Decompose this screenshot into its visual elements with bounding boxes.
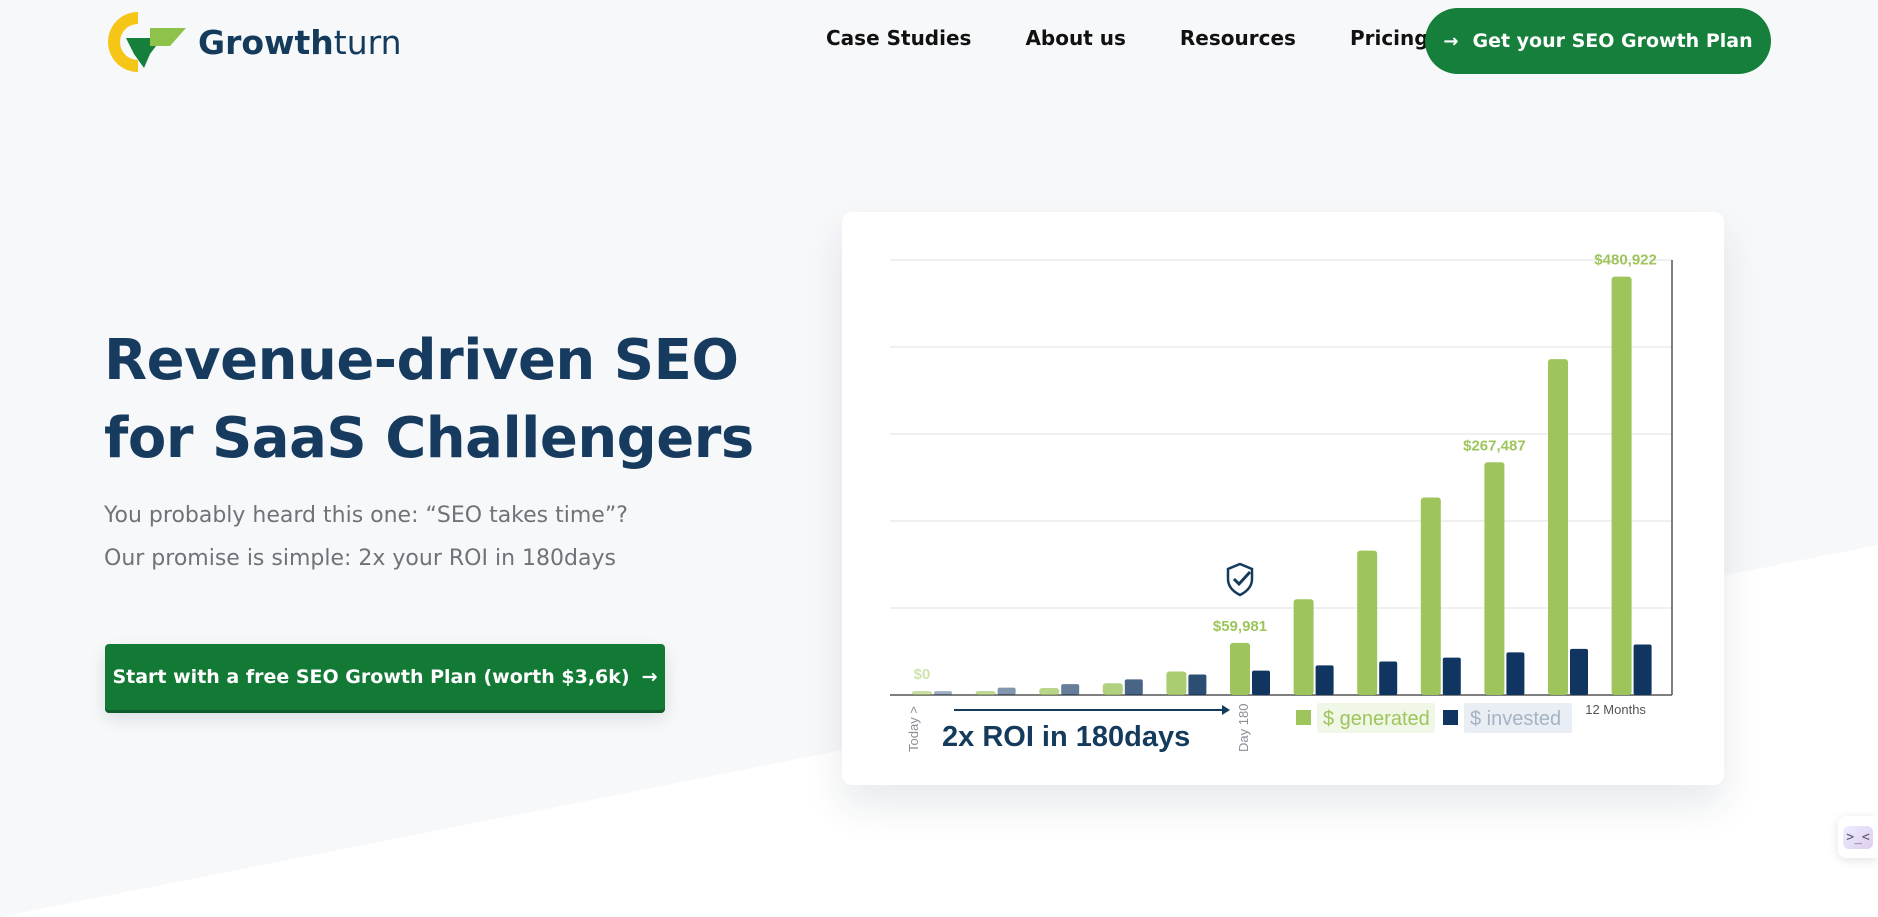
bar-invested	[1570, 648, 1588, 695]
bar-invested	[934, 691, 952, 695]
logo[interactable]: Growthturn	[104, 8, 402, 76]
bar-generated	[1102, 683, 1123, 695]
hero-subtitle: You probably heard this one: “SEO takes …	[104, 494, 744, 580]
shield-check-icon	[1226, 562, 1254, 597]
bar-generated	[1611, 276, 1632, 695]
bar-invested	[1633, 644, 1652, 695]
data-label: $59,981	[1213, 618, 1267, 635]
hero-title-line-1: Revenue-driven SEO	[104, 328, 739, 393]
data-label: $0	[914, 666, 931, 683]
legend-label: $ invested	[1470, 708, 1561, 730]
main-nav: Case Studies About us Resources Pricing	[826, 26, 1483, 50]
arrow-right-icon: →	[641, 666, 658, 688]
nav-case-studies[interactable]: Case Studies	[826, 26, 971, 50]
bar-invested	[1061, 684, 1080, 695]
nav-pricing[interactable]: Pricing	[1350, 26, 1429, 50]
nav-resources[interactable]: Resources	[1180, 26, 1296, 50]
arrow-right-icon: →	[1443, 30, 1459, 52]
bar-generated	[1548, 359, 1568, 695]
logo-wordmark-bold: Growth	[198, 22, 334, 62]
get-seo-plan-label: Get your SEO Growth Plan	[1472, 30, 1753, 52]
bar-generated	[1357, 550, 1378, 695]
bar-generated	[1420, 497, 1441, 695]
bar-generated	[1230, 642, 1250, 695]
hero-subtitle-line-1: You probably heard this one: “SEO takes …	[104, 503, 628, 528]
legend-swatch	[1296, 710, 1311, 725]
bar-invested	[1315, 665, 1334, 695]
bar-generated	[1293, 599, 1314, 695]
legend-label: $ generated	[1323, 708, 1430, 730]
timeline-arrowhead	[1222, 705, 1230, 715]
chat-widget-glyph: >_<	[1843, 825, 1873, 849]
bar-generated	[1484, 462, 1505, 695]
site-header: Growthturn Case Studies About us Resourc…	[0, 0, 1878, 90]
bar-invested	[1379, 661, 1398, 695]
data-label: $480,922	[1594, 252, 1657, 269]
bar-generated	[975, 691, 996, 695]
free-seo-plan-button[interactable]: Start with a free SEO Growth Plan (worth…	[105, 644, 665, 710]
get-seo-plan-button[interactable]: → Get your SEO Growth Plan	[1425, 8, 1771, 74]
bar-generated	[912, 691, 932, 695]
bar-invested	[1124, 679, 1143, 695]
bar-invested	[1506, 652, 1525, 695]
x-tick-label: Today >	[906, 706, 921, 752]
legend-swatch	[1443, 710, 1458, 725]
data-label: $267,487	[1463, 437, 1526, 454]
hero-title-line-2: for SaaS Challengers	[104, 406, 754, 471]
bar-invested	[1442, 657, 1461, 695]
nav-about-us[interactable]: About us	[1025, 26, 1125, 50]
bar-invested	[997, 687, 1016, 695]
logo-wordmark-light: turn	[333, 22, 402, 62]
x-tick-label: Day 180	[1236, 704, 1251, 752]
bar-generated	[1166, 671, 1187, 695]
bar-invested	[1188, 674, 1207, 695]
chart-title: 2x ROI in 180days	[942, 721, 1190, 753]
logo-wordmark: Growthturn	[198, 23, 402, 62]
chat-widget-button[interactable]: >_<	[1838, 816, 1878, 858]
roi-chart-card: $0 $59,981 $267,487 $480,922 Today > Day 180 1…	[842, 212, 1724, 785]
bar-generated	[1039, 688, 1060, 695]
growthturn-logo-icon	[108, 12, 186, 72]
x-tick-label: 12 Months	[1585, 702, 1646, 717]
free-seo-plan-label: Start with a free SEO Growth Plan (worth…	[112, 666, 630, 688]
roi-bar-chart: $0 $59,981 $267,487 $480,922 Today > Day 180 1…	[890, 252, 1673, 753]
hero-subtitle-line-2: Our promise is simple: 2x your ROI in 18…	[104, 546, 616, 571]
bar-invested	[1252, 670, 1270, 695]
hero-title: Revenue-driven SEO for SaaS Challengers	[104, 322, 754, 478]
